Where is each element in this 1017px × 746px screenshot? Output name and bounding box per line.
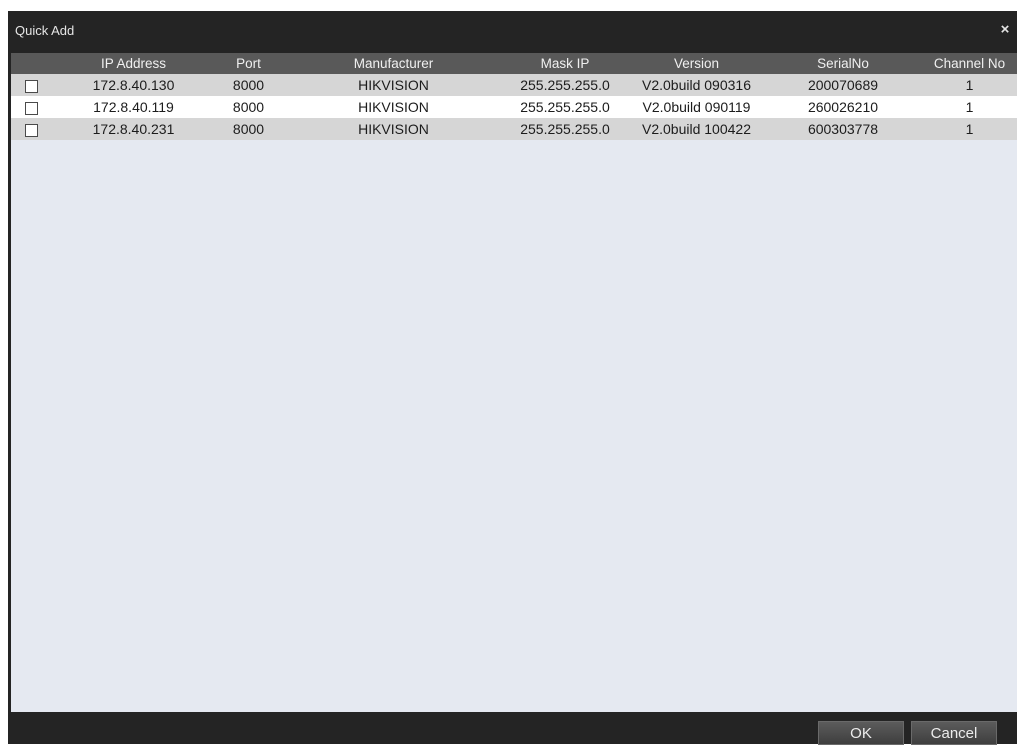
- row-checkbox[interactable]: [25, 79, 38, 93]
- cell-port: 8000: [211, 96, 286, 118]
- cell-serial-no: 200070689: [764, 74, 922, 96]
- row-checkbox[interactable]: [25, 101, 38, 115]
- table-header-row: IP Address Port Manufacturer Mask IP Ver…: [11, 53, 1017, 74]
- cell-manufacturer: HIKVISION: [286, 74, 501, 96]
- cell-version: V2.0build 090316: [629, 74, 764, 96]
- cell-mask-ip: 255.255.255.0: [501, 74, 629, 96]
- dialog-title: Quick Add: [15, 23, 75, 38]
- cell-mask-ip: 255.255.255.0: [501, 118, 629, 140]
- cell-channel-no: 1: [922, 74, 1017, 96]
- quick-add-dialog: Quick Add × IP Address Port Manufacturer: [8, 11, 1017, 745]
- header-mask-ip[interactable]: Mask IP: [501, 53, 629, 74]
- row-checkbox[interactable]: [25, 123, 38, 137]
- row-select-cell: [11, 118, 56, 140]
- header-serial-no[interactable]: SerialNo: [764, 53, 922, 74]
- cell-channel-no: 1: [922, 96, 1017, 118]
- cell-ip-address: 172.8.40.130: [56, 74, 211, 96]
- device-table: IP Address Port Manufacturer Mask IP Ver…: [11, 53, 1017, 140]
- cancel-button[interactable]: Cancel: [911, 721, 997, 745]
- dialog-footer: OK Cancel: [8, 712, 1017, 745]
- cell-serial-no: 600303778: [764, 118, 922, 140]
- table-row[interactable]: 172.8.40.119 8000 HIKVISION 255.255.255.…: [11, 96, 1017, 118]
- header-select: [11, 53, 56, 74]
- table-row[interactable]: 172.8.40.231 8000 HIKVISION 255.255.255.…: [11, 118, 1017, 140]
- cell-mask-ip: 255.255.255.0: [501, 96, 629, 118]
- header-manufacturer[interactable]: Manufacturer: [286, 53, 501, 74]
- header-ip-address[interactable]: IP Address: [56, 53, 211, 74]
- cell-serial-no: 260026210: [764, 96, 922, 118]
- row-select-cell: [11, 74, 56, 96]
- cell-manufacturer: HIKVISION: [286, 118, 501, 140]
- cell-version: V2.0build 090119: [629, 96, 764, 118]
- cell-manufacturer: HIKVISION: [286, 96, 501, 118]
- table-row[interactable]: 172.8.40.130 8000 HIKVISION 255.255.255.…: [11, 74, 1017, 96]
- cell-version: V2.0build 100422: [629, 118, 764, 140]
- cell-ip-address: 172.8.40.119: [56, 96, 211, 118]
- header-version[interactable]: Version: [629, 53, 764, 74]
- cell-port: 8000: [211, 74, 286, 96]
- ok-button[interactable]: OK: [818, 721, 904, 745]
- cell-channel-no: 1: [922, 118, 1017, 140]
- cell-port: 8000: [211, 118, 286, 140]
- device-table-area: IP Address Port Manufacturer Mask IP Ver…: [11, 53, 1017, 712]
- close-icon[interactable]: ×: [995, 19, 1015, 41]
- header-channel-no[interactable]: Channel No: [922, 53, 1017, 74]
- cell-ip-address: 172.8.40.231: [56, 118, 211, 140]
- header-port[interactable]: Port: [211, 53, 286, 74]
- dialog-titlebar: Quick Add ×: [8, 11, 1017, 53]
- row-select-cell: [11, 96, 56, 118]
